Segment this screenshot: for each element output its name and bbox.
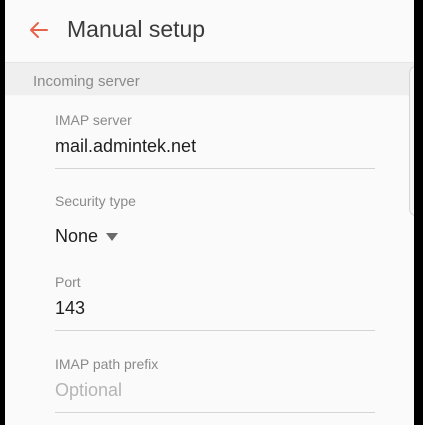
imap-server-input[interactable]: mail.admintek.net xyxy=(55,136,196,157)
port-label: Port xyxy=(55,274,81,290)
arrow-left-icon xyxy=(30,22,48,38)
security-type-dropdown[interactable]: None xyxy=(55,224,119,248)
imap-path-prefix-underline xyxy=(55,412,375,413)
imap-path-prefix-label: IMAP path prefix xyxy=(55,356,159,372)
scroll-edge-indicator xyxy=(409,66,414,216)
port-input[interactable]: 143 xyxy=(55,298,85,319)
screen: Manual setup Incoming server IMAP server… xyxy=(5,0,414,425)
port-underline xyxy=(55,330,375,331)
imap-path-prefix-input[interactable]: Optional xyxy=(55,380,122,401)
caret-down-icon xyxy=(106,233,119,241)
section-header: Incoming server xyxy=(5,63,414,95)
imap-server-underline xyxy=(55,168,375,169)
section-label: Incoming server xyxy=(33,73,140,90)
security-type-value: None xyxy=(55,225,99,246)
security-type-label: Security type xyxy=(55,193,136,209)
settings-form: IMAP server mail.admintek.net Security t… xyxy=(5,96,414,425)
back-button[interactable] xyxy=(27,18,51,42)
app-bar: Manual setup xyxy=(5,0,414,63)
imap-server-label: IMAP server xyxy=(55,112,132,128)
page-title: Manual setup xyxy=(67,16,206,42)
